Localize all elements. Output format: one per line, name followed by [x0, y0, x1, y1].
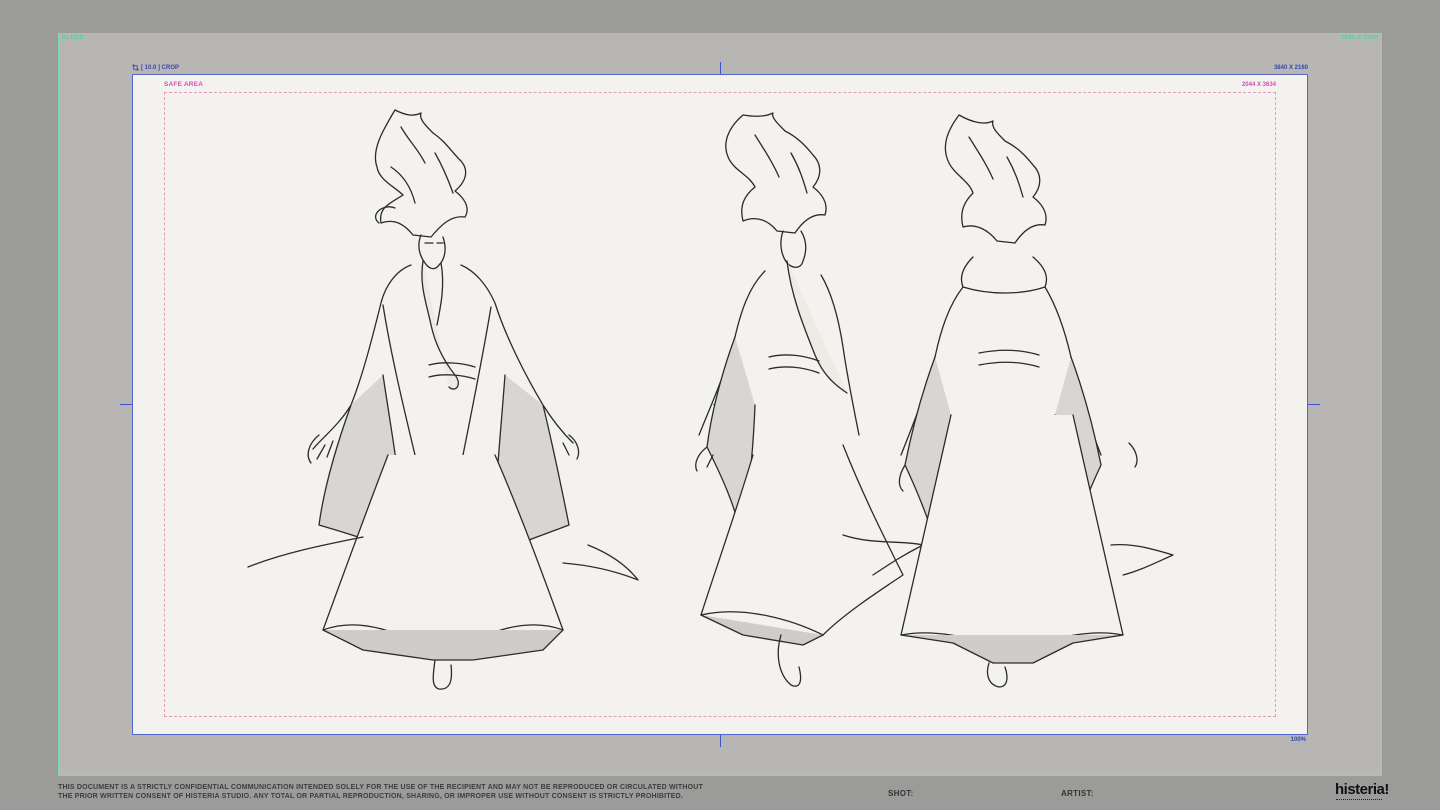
- crop-tick-top: [720, 62, 721, 74]
- bleed-resolution-label: 3840 X 2160: [1340, 35, 1378, 41]
- model-sheet-stage: BLEED 3840 X 2160 [ 10.0 ] CROP 3840 X 2…: [0, 0, 1440, 810]
- crop-label: [ 10.0 ] CROP: [132, 64, 179, 71]
- confidentiality-notice: THIS DOCUMENT IS A STRICTLY CONFIDENTIAL…: [58, 783, 818, 801]
- crop-label-text: [ 10.0 ] CROP: [141, 64, 180, 71]
- shot-field-label: SHOT:: [888, 789, 914, 798]
- zoom-label: 100%: [1290, 737, 1306, 743]
- safe-area-guide: [164, 92, 1276, 717]
- studio-logo-underline: [1336, 799, 1382, 800]
- crop-tick-left: [120, 404, 132, 405]
- crop-tick-right: [1308, 404, 1320, 405]
- safe-area-label: SAFE AREA: [164, 81, 204, 88]
- crop-icon: [132, 64, 139, 71]
- studio-logo: histeria!: [1335, 781, 1389, 798]
- artist-field-label: ARTIST:: [1061, 789, 1094, 798]
- bleed-label: BLEED: [62, 35, 84, 41]
- safe-area-resolution: 2044 X 3634: [1241, 82, 1276, 88]
- resolution-label: 3840 X 2160: [1273, 65, 1308, 71]
- confidentiality-line-2: THE PRIOR WRITTEN CONSENT OF HISTERIA ST…: [58, 793, 684, 800]
- crop-tick-bottom: [720, 735, 721, 747]
- confidentiality-line-1: THIS DOCUMENT IS A STRICTLY CONFIDENTIAL…: [58, 784, 704, 791]
